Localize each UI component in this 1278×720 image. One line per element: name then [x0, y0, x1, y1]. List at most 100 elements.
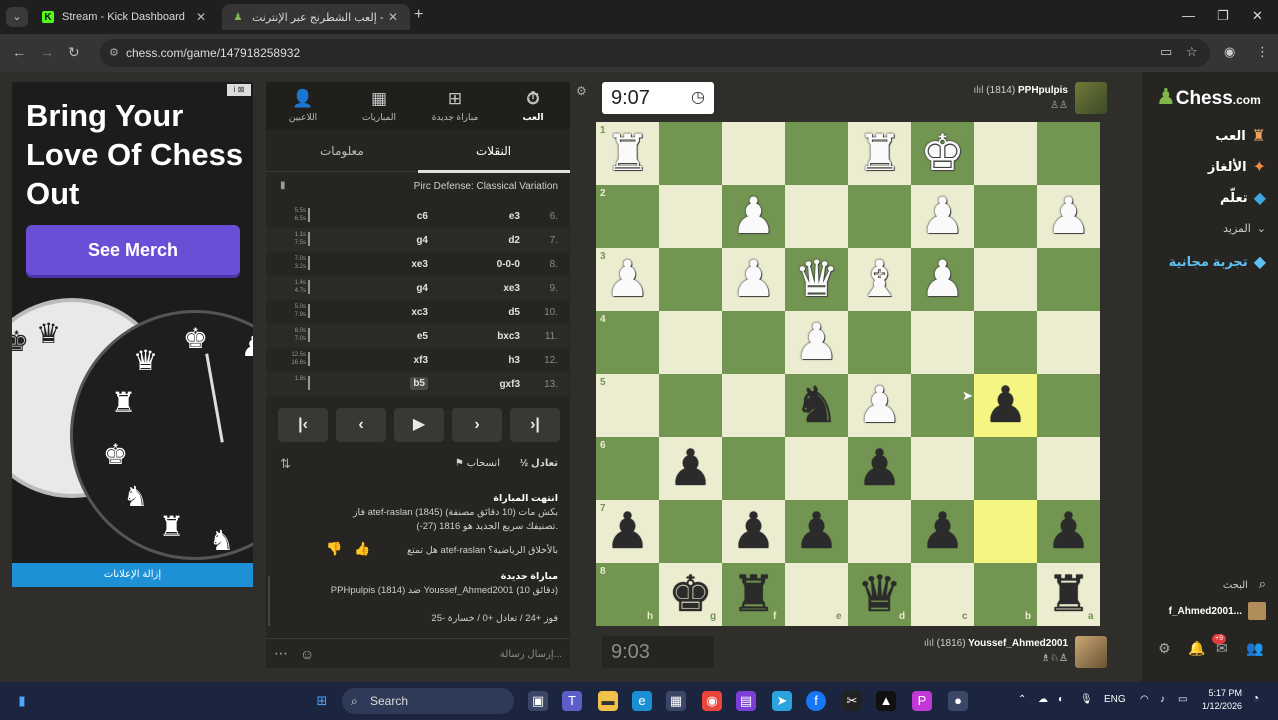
- sidebar-item-learn[interactable]: تعلّم ◆: [1220, 188, 1266, 208]
- notifications-bell-icon[interactable]: 🔔: [1188, 640, 1205, 657]
- chess-board[interactable]: ♜ ♜ ♚ 1 ♟ ♟ ♟ 2 ♟ ♟ ♛ ♝ ♟ 3 ♟ 4 ♞ ♟ ♟ 5 ♟ ♟ 6 ♟ ♟ ♟ ♟ ♟ 7 ♚ ♜ ♛ ♜ 8 h g f e d c…: [596, 122, 1101, 627]
- player-avatar[interactable]: [1075, 636, 1107, 668]
- browser-tab-chess[interactable]: ♟ إلعب الشطرنج عبر الإنترنت - Chess.com …: [222, 4, 410, 30]
- last-move-button[interactable]: ›|: [510, 408, 560, 442]
- tray-app-icon[interactable]: ☁: [1038, 694, 1048, 705]
- notification-center-icon[interactable]: ◔: [1252, 691, 1259, 705]
- player-name-row[interactable]: ılıl (1816) Youssef_Ahmed2001: [924, 638, 1068, 649]
- white-move[interactable]: bxc3: [497, 331, 520, 342]
- profile-avatar-icon[interactable]: ◉: [1224, 44, 1235, 60]
- edge-icon[interactable]: e: [632, 691, 652, 711]
- white-rook-icon[interactable]: ♜: [848, 122, 911, 185]
- board-square[interactable]: [848, 311, 911, 374]
- tab-moves[interactable]: النقلات: [476, 144, 511, 158]
- language-indicator[interactable]: ENG: [1104, 694, 1126, 705]
- white-pawn-icon[interactable]: ♟: [1037, 185, 1100, 248]
- black-move[interactable]: xe3: [411, 259, 428, 270]
- sidebar-item-puzzles[interactable]: الألغاز ✦: [1208, 157, 1266, 177]
- flip-board-icon[interactable]: ⇅: [280, 456, 291, 472]
- board-square[interactable]: [974, 122, 1037, 185]
- board-square[interactable]: [1037, 437, 1100, 500]
- board-square[interactable]: [1037, 248, 1100, 311]
- taskbar-search[interactable]: ⌕ Search: [342, 688, 514, 714]
- taskbar-clock[interactable]: 5:17 PM 1/12/2026: [1196, 687, 1242, 713]
- board-square[interactable]: [659, 374, 722, 437]
- teams-icon[interactable]: T: [562, 691, 582, 711]
- board-square[interactable]: [911, 311, 974, 374]
- friends-icon[interactable]: 👥: [1246, 640, 1263, 657]
- thumbs-up-icon[interactable]: 👍: [354, 542, 370, 555]
- board-square[interactable]: [722, 374, 785, 437]
- board-square[interactable]: [974, 437, 1037, 500]
- black-pawn-icon[interactable]: ♟: [785, 500, 848, 563]
- board-square[interactable]: [1037, 122, 1100, 185]
- volume-icon[interactable]: ♪: [1160, 694, 1165, 705]
- sidebar-item-free-trial[interactable]: تجربة مجانية ◆: [1169, 252, 1266, 272]
- site-info-icon[interactable]: ⚙: [109, 39, 119, 67]
- board-square[interactable]: [974, 185, 1037, 248]
- close-tab-icon[interactable]: ✕: [386, 10, 400, 24]
- board-square[interactable]: [659, 248, 722, 311]
- white-queen-icon[interactable]: ♛: [785, 248, 848, 311]
- tray-expand-icon[interactable]: ⌃: [1018, 694, 1026, 705]
- forward-icon[interactable]: →: [40, 44, 54, 60]
- black-pawn-icon[interactable]: ♟: [722, 500, 785, 563]
- chess-com-logo[interactable]: ♟Chess.com: [1156, 84, 1261, 110]
- board-square[interactable]: [785, 122, 848, 185]
- windows-start-icon[interactable]: ⊞: [312, 691, 332, 711]
- tab-players[interactable]: 👤 اللاعبين: [268, 88, 338, 123]
- white-pawn-icon[interactable]: ♟: [722, 248, 785, 311]
- tab-info[interactable]: معلومات: [320, 144, 364, 158]
- white-pawn-icon[interactable]: ♟: [785, 311, 848, 374]
- board-square[interactable]: [974, 311, 1037, 374]
- advertisement[interactable]: i ⊠ Bring Your Love Of Chess Out See Mer…: [12, 82, 253, 587]
- board-square[interactable]: [722, 311, 785, 374]
- emoji-icon[interactable]: ☺: [300, 646, 314, 662]
- next-move-button[interactable]: ›: [452, 408, 502, 442]
- remove-ads-link[interactable]: إزالة الإعلانات: [12, 563, 253, 587]
- white-bishop-icon[interactable]: ♝: [848, 248, 911, 311]
- sidebar-item-play[interactable]: العب ♜: [1215, 126, 1266, 146]
- black-pawn-icon[interactable]: ♟: [848, 437, 911, 500]
- back-icon[interactable]: ←: [12, 44, 26, 60]
- white-king-icon[interactable]: ♚: [911, 122, 974, 185]
- board-square[interactable]: [911, 374, 974, 437]
- browser-menu-icon[interactable]: ⋮: [1256, 44, 1269, 60]
- tab-play[interactable]: ⏱ العب: [498, 88, 568, 123]
- white-move[interactable]: d5: [508, 307, 520, 318]
- white-pawn-icon[interactable]: ♟: [722, 185, 785, 248]
- sidebar-item-more[interactable]: المزيد ⌄: [1223, 222, 1266, 235]
- telegram-icon[interactable]: ➤: [772, 691, 792, 711]
- opening-book-icon[interactable]: ▮: [280, 180, 286, 191]
- opponent-avatar[interactable]: [1075, 82, 1107, 114]
- tab-search-menu-button[interactable]: ⌄: [6, 7, 28, 27]
- white-move[interactable]: gxf3: [499, 379, 520, 390]
- cast-icon[interactable]: ▭: [1160, 44, 1172, 60]
- url-field[interactable]: ⚙ chess.com/game/147918258932: [100, 39, 1210, 67]
- see-merch-button[interactable]: See Merch: [26, 225, 240, 275]
- first-move-button[interactable]: |‹: [278, 408, 328, 442]
- microphone-icon[interactable]: 🎙: [1080, 694, 1093, 705]
- black-pawn-icon[interactable]: ♟: [911, 500, 974, 563]
- settings-gear-icon[interactable]: ⚙: [1158, 640, 1171, 657]
- board-settings-gear-icon[interactable]: ⚙: [576, 84, 587, 98]
- reload-icon[interactable]: ↻: [68, 44, 80, 61]
- board-square[interactable]: [974, 248, 1037, 311]
- sidebar-profile[interactable]: f_Ahmed2001...: [1169, 602, 1266, 620]
- close-tab-icon[interactable]: ✕: [194, 10, 208, 24]
- widgets-icon[interactable]: ▮: [12, 691, 32, 711]
- bookmark-star-icon[interactable]: ☆: [1186, 44, 1198, 60]
- board-square[interactable]: [659, 122, 722, 185]
- more-options-icon[interactable]: ⋯: [274, 645, 288, 662]
- app-icon[interactable]: ▤: [736, 691, 756, 711]
- store-icon[interactable]: ▦: [666, 691, 686, 711]
- board-square[interactable]: [848, 185, 911, 248]
- board-square[interactable]: [1037, 311, 1100, 374]
- white-pawn-icon[interactable]: ♟: [911, 248, 974, 311]
- new-tab-icon[interactable]: +: [414, 6, 423, 24]
- board-square[interactable]: [659, 185, 722, 248]
- chrome-icon[interactable]: ◉: [702, 691, 722, 711]
- board-square[interactable]: [1037, 374, 1100, 437]
- black-move[interactable]: e5: [417, 331, 428, 342]
- board-square[interactable]: [911, 437, 974, 500]
